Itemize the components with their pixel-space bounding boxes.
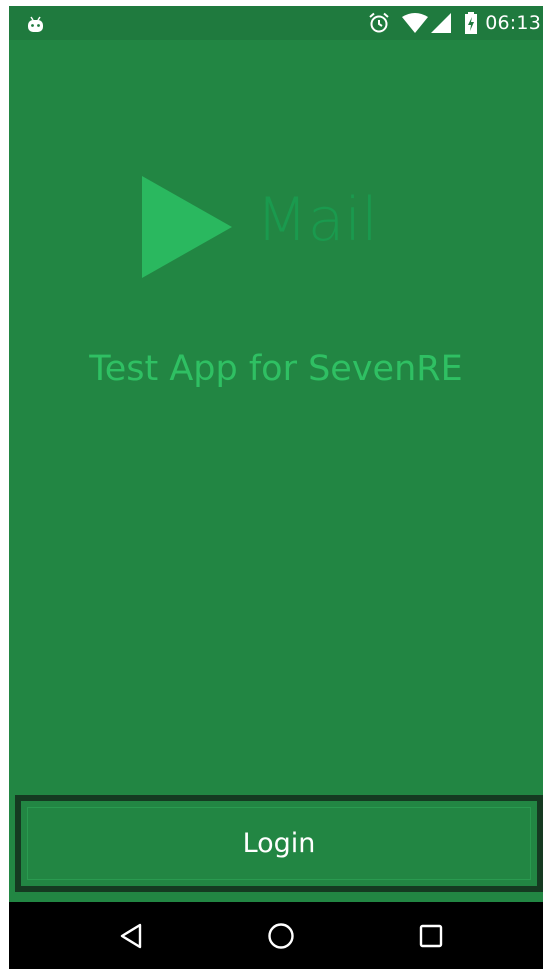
login-button[interactable]: Login bbox=[15, 795, 543, 892]
login-button-label: Login bbox=[242, 828, 316, 859]
wifi-icon bbox=[402, 13, 429, 33]
home-button[interactable] bbox=[241, 902, 321, 969]
android-icon bbox=[28, 16, 43, 32]
recents-button[interactable] bbox=[391, 902, 471, 969]
app-tagline: Test App for SevenRE bbox=[89, 349, 463, 389]
back-button[interactable] bbox=[91, 902, 171, 969]
alarm-icon bbox=[369, 12, 389, 33]
recents-icon bbox=[419, 924, 443, 947]
home-icon bbox=[268, 922, 294, 949]
status-icons: 06:13 bbox=[368, 6, 541, 40]
navigation-bar bbox=[9, 902, 543, 969]
app-content: Mail Test App for SevenRE Login bbox=[9, 40, 543, 902]
login-button-inner: Login bbox=[27, 807, 531, 880]
status-time: 06:13 bbox=[485, 12, 541, 34]
app-logo-text: Mail bbox=[256, 185, 378, 255]
battery-charging-icon bbox=[465, 12, 478, 34]
play-arrow-icon bbox=[142, 176, 232, 278]
back-icon bbox=[120, 923, 142, 948]
signal-icon bbox=[431, 13, 452, 33]
status-bar: 06:13 bbox=[9, 6, 543, 40]
phone-screen: 06:13 Mail Test App for SevenRE Login bbox=[9, 6, 543, 969]
